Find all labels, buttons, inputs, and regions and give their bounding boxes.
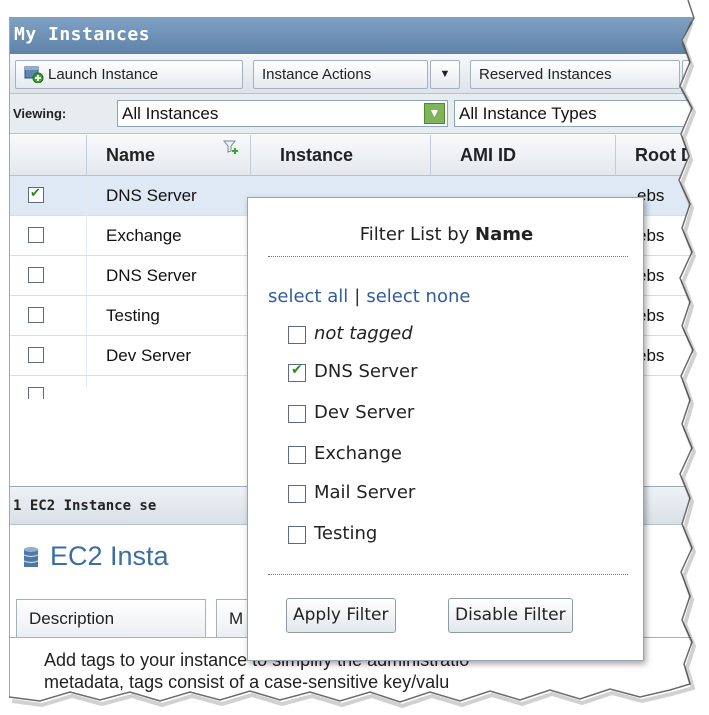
filter-option-label: Exchange [314, 443, 402, 464]
screenshot-stage: My Instances Launch Instance Instance Ac… [0, 0, 709, 715]
column-instance-header[interactable]: Instance [280, 145, 353, 166]
select-none-link[interactable]: select none [366, 286, 470, 307]
row-checkbox[interactable] [28, 227, 44, 243]
popup-divider [268, 256, 628, 257]
column-name-header[interactable]: Name [106, 145, 155, 166]
checkbox-icon[interactable] [288, 326, 306, 344]
instances-select[interactable]: All Instances ▼ [117, 100, 448, 127]
row-name: Testing [106, 306, 160, 325]
column-separator [250, 135, 251, 176]
checkbox-icon[interactable] [288, 405, 306, 423]
row-name: Dev Server [106, 346, 192, 365]
reserved-instances-dropdown[interactable]: ▼ [682, 60, 709, 89]
filter-option-label: Testing [314, 523, 378, 544]
row-name: DNS Server [106, 266, 197, 285]
select-all-link[interactable]: select all [268, 286, 348, 307]
grid-header: Name Instance AMI ID Root D [10, 135, 709, 176]
filter-option-label: Mail Server [314, 482, 416, 503]
reserved-instances-label: Reserved Instances [479, 66, 612, 83]
filter-option-label: DNS Server [314, 361, 418, 382]
apply-filter-button[interactable]: Apply Filter [286, 598, 396, 633]
popup-divider [268, 574, 628, 575]
filter-title-prefix: Filter List by [359, 224, 476, 245]
row-separator [86, 216, 87, 256]
toolbar: Launch Instance Instance Actions ▼ Reser… [10, 54, 709, 94]
filter-popup-title: Filter List by Name [248, 224, 645, 245]
panel-title: My Instances [10, 17, 709, 54]
filter-popup: Filter List by Name select all | select no… [247, 197, 644, 661]
disable-filter-button[interactable]: Disable Filter [448, 598, 573, 633]
column-separator [430, 135, 431, 176]
details-title: EC2 Insta [50, 541, 169, 571]
my-instances-panel: My Instances Launch Instance Instance Ac… [9, 17, 709, 707]
checkbox-icon[interactable] [288, 485, 306, 503]
dropdown-caret-icon: ▼ [691, 68, 703, 80]
launch-instance-label: Launch Instance [48, 66, 159, 83]
row-separator [86, 336, 87, 376]
tab-description[interactable]: Description [16, 599, 206, 637]
row-checkbox[interactable] [28, 387, 44, 399]
database-icon [24, 547, 38, 567]
instance-actions-button[interactable]: Instance Actions [253, 60, 428, 89]
select-links: select all | select none [268, 286, 470, 307]
reserved-instances-button[interactable]: Reserved Instances [470, 60, 680, 89]
row-checkbox[interactable] [28, 347, 44, 363]
filter-title-field: Name [475, 224, 534, 245]
instance-types-select-value: All Instance Types [459, 104, 597, 123]
row-checkbox[interactable] [28, 307, 44, 323]
instance-types-select[interactable]: All Instance Types [454, 100, 709, 127]
column-ami-id-header[interactable]: AMI ID [460, 145, 516, 166]
row-name: Exchange [106, 226, 182, 245]
launch-instance-icon [24, 66, 44, 83]
row-checkbox[interactable] [28, 185, 44, 203]
row-separator [86, 256, 87, 296]
row-separator [86, 376, 87, 388]
instances-select-value: All Instances [122, 104, 219, 123]
instance-actions-label: Instance Actions [262, 66, 372, 83]
filter-option-label: Dev Server [314, 402, 415, 423]
chevron-down-icon: ▼ [424, 103, 445, 124]
viewing-label: Viewing: [13, 106, 67, 121]
instance-actions-dropdown[interactable]: ▼ [430, 60, 460, 89]
link-separator: | [354, 286, 361, 307]
checkbox-icon[interactable] [288, 446, 306, 464]
filter-option-label: not tagged [314, 323, 413, 344]
tags-description-line-2: metadata, tags consist of a case-sensiti… [44, 672, 450, 692]
viewing-row: Viewing: All Instances ▼ All Instance Ty… [10, 94, 709, 134]
row-separator [86, 296, 87, 336]
column-separator [615, 135, 616, 176]
row-separator [86, 176, 87, 216]
filter-icon[interactable] [223, 140, 239, 154]
launch-instance-button[interactable]: Launch Instance [15, 60, 243, 89]
dropdown-caret-icon: ▼ [439, 68, 451, 80]
column-separator [86, 135, 87, 176]
checkbox-icon[interactable] [288, 526, 306, 544]
checkbox-icon[interactable] [288, 362, 306, 382]
row-name: DNS Server [106, 186, 197, 205]
column-root-device-header[interactable]: Root D [635, 145, 694, 166]
row-checkbox[interactable] [28, 267, 44, 283]
